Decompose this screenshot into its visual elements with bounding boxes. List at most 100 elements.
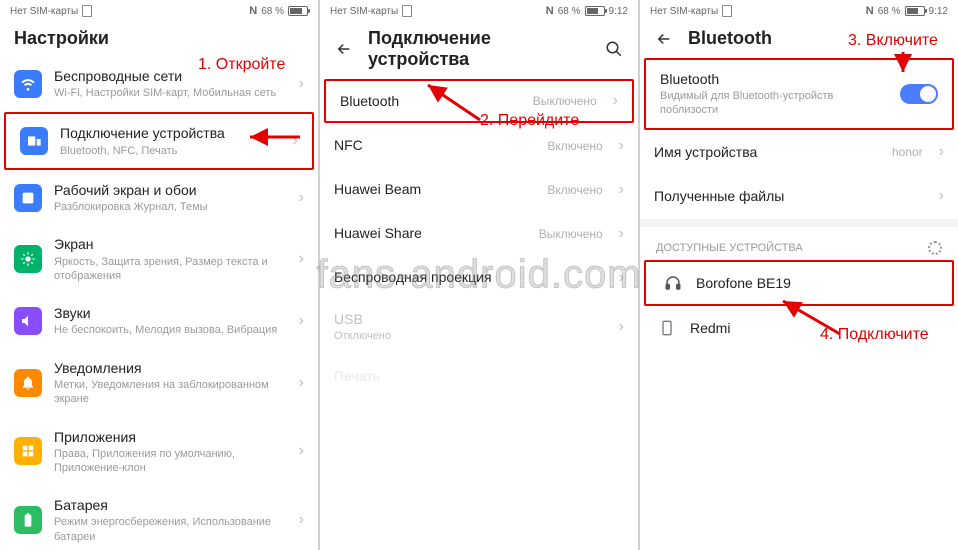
row-wireless-proj[interactable]: Беспроводная проекция › bbox=[320, 256, 638, 300]
no-sim-text: Нет SIM-карты bbox=[650, 6, 718, 17]
chevron-right-icon: › bbox=[299, 250, 304, 268]
row-wireless[interactable]: Беспроводные сети Wi-Fi, Настройки SIM-к… bbox=[0, 57, 318, 111]
row-sounds[interactable]: Звуки Не беспокоить, Мелодия вызова, Виб… bbox=[0, 294, 318, 348]
chevron-right-icon: › bbox=[619, 137, 624, 155]
row-title: Уведомления bbox=[54, 359, 287, 377]
nfc-icon: N bbox=[249, 5, 257, 17]
row-sub: Bluetooth, NFC, Печать bbox=[60, 144, 281, 158]
chevron-right-icon: › bbox=[299, 189, 304, 207]
row-value: Выключено bbox=[539, 227, 603, 241]
chevron-right-icon: › bbox=[939, 143, 944, 161]
row-sub: Яркость, Защита зрения, Размер текста и … bbox=[54, 255, 287, 284]
clock: 9:12 bbox=[609, 6, 628, 17]
row-value: Включено bbox=[547, 139, 602, 153]
row-huawei-share[interactable]: Huawei Share Выключено › bbox=[320, 212, 638, 256]
chevron-right-icon: › bbox=[613, 92, 618, 110]
chevron-right-icon: › bbox=[293, 132, 298, 150]
back-icon[interactable] bbox=[334, 39, 354, 59]
row-apps[interactable]: Приложения Права, Приложения по умолчани… bbox=[0, 418, 318, 487]
sim-icon bbox=[82, 5, 92, 17]
battery-icon bbox=[905, 6, 925, 16]
row-title: Имя устройства bbox=[654, 143, 880, 161]
section-title: ДОСТУПНЫЕ УСТРОЙСТВА bbox=[656, 242, 803, 254]
page-title: Настройки bbox=[14, 28, 304, 49]
row-title: Экран bbox=[54, 235, 287, 253]
row-home-wallpaper[interactable]: Рабочий экран и обои Разблокировка Журна… bbox=[0, 171, 318, 225]
page-title: Подключение устройства bbox=[368, 28, 590, 70]
row-value: Выключено bbox=[533, 94, 597, 108]
screen-device-connection: Нет SIM-карты N 68 % 9:12 Подключение ус… bbox=[320, 0, 640, 550]
sound-icon bbox=[14, 307, 42, 335]
back-icon[interactable] bbox=[654, 29, 674, 49]
sim-icon bbox=[722, 5, 732, 17]
row-title: USB bbox=[334, 310, 607, 328]
display-icon bbox=[14, 245, 42, 273]
row-title: Bluetooth bbox=[340, 92, 521, 110]
clock: 9:12 bbox=[929, 6, 948, 17]
status-bar: Нет SIM-карты N 68 % 9:12 bbox=[320, 0, 638, 20]
row-value: honor bbox=[892, 145, 923, 159]
apps-icon bbox=[14, 437, 42, 465]
row-huawei-beam[interactable]: Huawei Beam Включено › bbox=[320, 168, 638, 212]
chevron-right-icon: › bbox=[299, 312, 304, 330]
no-sim-text: Нет SIM-карты bbox=[10, 6, 78, 17]
row-sub: Разблокировка Журнал, Темы bbox=[54, 200, 287, 214]
bell-icon bbox=[14, 369, 42, 397]
row-title: Huawei Share bbox=[334, 224, 527, 242]
row-title: Bluetooth bbox=[660, 70, 888, 88]
row-bluetooth-toggle[interactable]: Bluetooth Видимый для Bluetooth-устройст… bbox=[644, 58, 954, 130]
battery-icon bbox=[288, 6, 308, 16]
row-display[interactable]: Экран Яркость, Защита зрения, Размер тек… bbox=[0, 225, 318, 294]
chevron-right-icon: › bbox=[299, 374, 304, 392]
status-bar: Нет SIM-карты N 68 % bbox=[0, 0, 318, 20]
spinner-icon bbox=[928, 241, 942, 255]
row-title: Беспроводная проекция bbox=[334, 268, 607, 286]
screen-header: Bluetooth bbox=[640, 20, 958, 57]
row-title: Печать bbox=[334, 367, 624, 385]
device-redmi[interactable]: Redmi bbox=[640, 307, 958, 350]
row-value: Включено bbox=[547, 183, 602, 197]
page-title: Bluetooth bbox=[688, 28, 944, 49]
row-print: Печать bbox=[320, 354, 638, 398]
row-notifications[interactable]: Уведомления Метки, Уведомления на заблок… bbox=[0, 349, 318, 418]
sim-icon bbox=[402, 5, 412, 17]
device-name: Borofone BE19 bbox=[696, 274, 938, 292]
row-title: NFC bbox=[334, 136, 535, 154]
headphones-icon bbox=[662, 272, 684, 294]
search-icon[interactable] bbox=[604, 39, 624, 59]
row-title: Подключение устройства bbox=[60, 124, 281, 142]
chevron-right-icon: › bbox=[619, 318, 624, 336]
phone-icon bbox=[656, 317, 678, 339]
wifi-icon bbox=[14, 70, 42, 98]
row-battery[interactable]: Батарея Режим энергосбережения, Использо… bbox=[0, 486, 318, 550]
device-borofone[interactable]: Borofone BE19 bbox=[644, 260, 954, 306]
row-device-name[interactable]: Имя устройства honor › bbox=[640, 131, 958, 175]
chevron-right-icon: › bbox=[299, 75, 304, 93]
screen-header: Настройки bbox=[0, 20, 318, 57]
row-sub: Режим энергосбережения, Использование ба… bbox=[54, 515, 287, 544]
battery-pct: 68 % bbox=[558, 6, 581, 17]
row-usb: USB Отключено › bbox=[320, 300, 638, 354]
chevron-right-icon: › bbox=[299, 442, 304, 460]
screen-bluetooth: Нет SIM-карты N 68 % 9:12 Bluetooth Blue… bbox=[640, 0, 958, 550]
row-nfc[interactable]: NFC Включено › bbox=[320, 124, 638, 168]
row-sub: Не беспокоить, Мелодия вызова, Вибрация bbox=[54, 323, 287, 337]
row-title: Звуки bbox=[54, 304, 287, 322]
screen-settings: Нет SIM-карты N 68 % Настройки Беспровод… bbox=[0, 0, 320, 550]
devices-icon bbox=[20, 127, 48, 155]
section-available: ДОСТУПНЫЕ УСТРОЙСТВА bbox=[640, 227, 958, 259]
row-sub: Метки, Уведомления на заблокированном эк… bbox=[54, 378, 287, 407]
row-device-connection[interactable]: Подключение устройства Bluetooth, NFC, П… bbox=[4, 112, 314, 169]
device-name: Redmi bbox=[690, 319, 944, 337]
row-bluetooth[interactable]: Bluetooth Выключено › bbox=[324, 79, 634, 123]
bluetooth-toggle[interactable] bbox=[900, 84, 938, 104]
battery-icon bbox=[585, 6, 605, 16]
row-received-files[interactable]: Полученные файлы › bbox=[640, 175, 958, 219]
nfc-icon: N bbox=[546, 5, 554, 17]
chevron-right-icon: › bbox=[619, 181, 624, 199]
chevron-right-icon: › bbox=[619, 225, 624, 243]
row-sub: Отключено bbox=[334, 329, 607, 343]
status-bar: Нет SIM-карты N 68 % 9:12 bbox=[640, 0, 958, 20]
no-sim-text: Нет SIM-карты bbox=[330, 6, 398, 17]
row-title: Беспроводные сети bbox=[54, 67, 287, 85]
